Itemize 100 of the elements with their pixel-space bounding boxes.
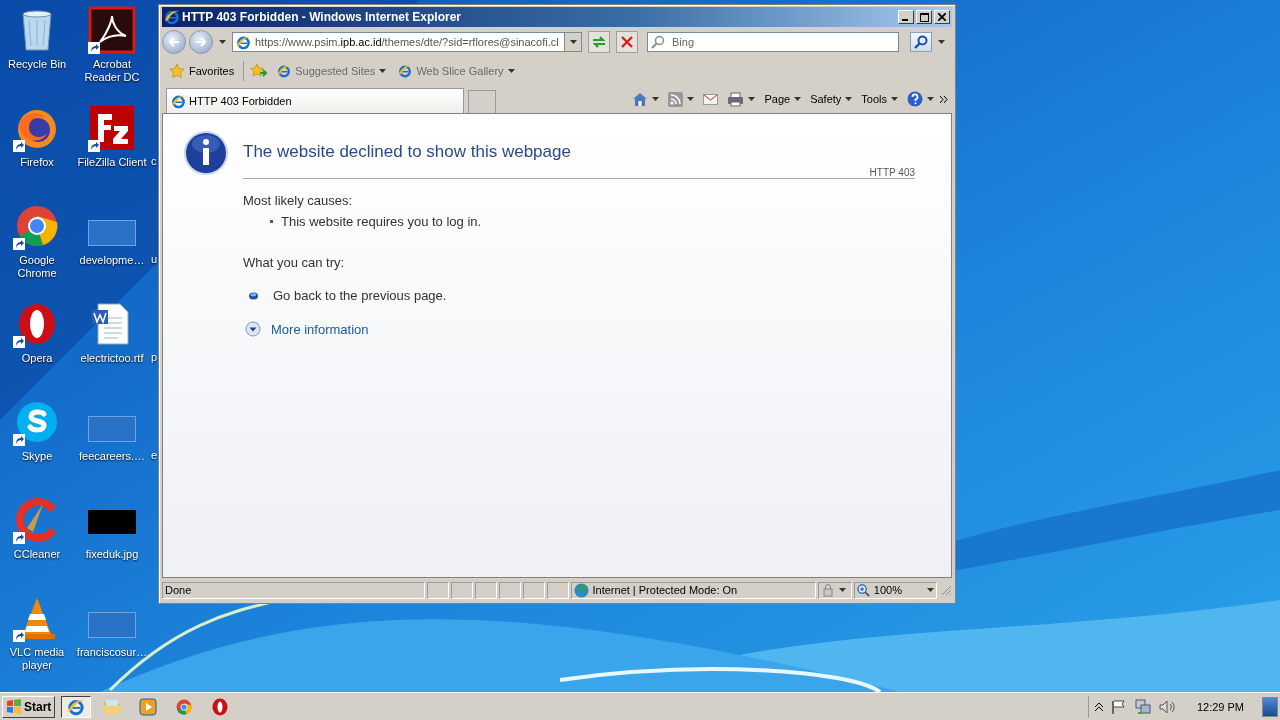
window-title: HTTP 403 Forbidden - Windows Internet Explorer — [182, 10, 462, 24]
network-icon[interactable] — [1134, 698, 1151, 715]
more-information-link[interactable]: More information — [245, 321, 369, 337]
expand-icon — [245, 321, 261, 337]
desktop-icon-label[interactable]: u — [151, 253, 158, 266]
speaker-icon[interactable] — [1158, 699, 1177, 714]
stop-icon — [621, 36, 633, 48]
flag-icon[interactable] — [1110, 699, 1127, 714]
show-hidden-icons-icon[interactable] — [1094, 701, 1103, 712]
chrome-icon — [175, 697, 194, 716]
opera-icon — [212, 697, 229, 716]
feed-icon — [668, 91, 684, 107]
start-button[interactable]: Start — [2, 695, 56, 718]
caret-icon — [687, 97, 695, 101]
desktop-icon-label[interactable]: e — [151, 449, 158, 462]
command-menu[interactable]: Page — [761, 93, 805, 105]
desktop-icon-label[interactable]: fixeduk.jpg — [85, 548, 139, 561]
command-menu[interactable]: Safety — [807, 93, 856, 105]
zoom-icon — [856, 583, 870, 597]
desktop-icon-label[interactable]: electrictoo.rtf — [80, 352, 144, 365]
status-panel — [475, 581, 497, 599]
folder-icon — [103, 698, 122, 715]
search-field[interactable]: Bing — [647, 32, 899, 52]
envelope-icon — [703, 93, 719, 105]
ie-icon — [398, 64, 413, 78]
security-zone[interactable]: Internet | Protected Mode: On — [570, 581, 817, 599]
refresh-button[interactable] — [588, 31, 610, 53]
show-desktop-button[interactable] — [1262, 696, 1278, 717]
ie-icon — [67, 697, 86, 716]
desktop-icon-label[interactable]: Recycle Bin — [7, 58, 67, 71]
stop-button[interactable] — [616, 31, 638, 53]
suggestion-text: Go back to the previous page. — [273, 288, 447, 303]
forward-arrow-icon — [195, 36, 207, 48]
section-title: What you can try: — [243, 255, 346, 270]
status-panel — [499, 581, 521, 599]
caret-icon — [507, 69, 515, 73]
desktop-icon-label[interactable]: franciscosur… — [76, 646, 148, 659]
status-text: Done — [162, 581, 426, 599]
desktop-icon-label[interactable]: CCleaner — [13, 548, 61, 561]
status-panel — [451, 581, 474, 599]
address-bar[interactable]: https://www.psim.ipb.ac.id/themes/dte/?sid=rflores@sinacofi.cl — [232, 32, 582, 52]
lock-icon — [821, 583, 836, 597]
bullet-icon — [270, 220, 273, 223]
desktop-icon-label[interactable]: p — [151, 351, 158, 364]
dropdown-button[interactable] — [564, 33, 581, 51]
resize-grip-icon[interactable] — [941, 584, 952, 596]
file-icon — [88, 220, 136, 246]
desktop-icon-label[interactable]: Firefox — [20, 156, 54, 169]
desktop-icon-label[interactable]: Skype — [21, 450, 53, 463]
caret-icon — [938, 40, 945, 44]
protection-button[interactable] — [818, 581, 852, 599]
bullet-icon — [249, 291, 258, 300]
browser-tab[interactable]: HTTP 403 Forbidden — [166, 88, 464, 113]
close-icon — [938, 13, 946, 21]
app-icon — [88, 104, 136, 152]
close-button[interactable] — [934, 10, 950, 24]
desktop-icon-label[interactable]: Opera — [21, 352, 53, 365]
back-button[interactable] — [162, 30, 186, 54]
windows-logo-icon — [6, 699, 22, 714]
caret-icon — [569, 40, 577, 44]
favorites-button[interactable]: Favorites — [166, 63, 238, 79]
error-heading: The website declined to show this webpage — [243, 142, 572, 162]
status-panel — [427, 581, 450, 599]
file-icon — [88, 612, 136, 638]
favorites-link[interactable]: Suggested Sites — [274, 64, 390, 78]
info-icon — [183, 130, 229, 176]
search-button[interactable] — [910, 32, 932, 52]
caret-icon — [219, 40, 226, 44]
desktop-icon-label[interactable]: developme… — [79, 254, 145, 267]
maximize-button[interactable] — [916, 10, 932, 24]
desktop-icon-label[interactable]: Acrobat Reader DC — [76, 58, 148, 84]
clock[interactable]: 12:29 PM — [1196, 700, 1244, 713]
search-icon — [914, 35, 928, 49]
app-icon — [88, 6, 136, 54]
forward-button[interactable] — [189, 30, 213, 54]
caret-icon — [379, 69, 387, 73]
printer-icon — [727, 91, 745, 107]
ie-icon — [164, 9, 180, 25]
ie-icon — [171, 93, 186, 109]
caret-icon — [652, 97, 660, 101]
taskbar-app-button[interactable] — [61, 695, 92, 718]
caret-icon — [839, 588, 847, 592]
command-menu[interactable]: Tools — [858, 93, 901, 105]
desktop-icon-label[interactable]: c — [151, 155, 157, 168]
file-icon — [88, 416, 136, 442]
status-panel — [522, 581, 545, 599]
favorites-link[interactable]: Web Slice Gallery — [395, 64, 518, 78]
desktop-icon-label[interactable]: VLC media player — [1, 646, 73, 672]
desktop-icon-label[interactable]: feecareers.… — [79, 450, 145, 463]
desktop-icon-label[interactable]: FileZilla Client — [77, 156, 147, 169]
minimize-button[interactable] — [898, 10, 914, 24]
caret-icon — [927, 97, 934, 101]
cause-text: This website requires you to log in. — [281, 214, 482, 229]
desktop-icon-label[interactable]: Google Chrome — [1, 254, 73, 280]
caret-icon — [927, 588, 935, 592]
maximize-icon — [919, 12, 929, 22]
refresh-icon — [591, 35, 607, 49]
chevron-icon[interactable] — [940, 95, 948, 103]
zoom-button[interactable]: 100% — [853, 581, 938, 599]
error-code: HTTP 403 — [869, 167, 915, 178]
